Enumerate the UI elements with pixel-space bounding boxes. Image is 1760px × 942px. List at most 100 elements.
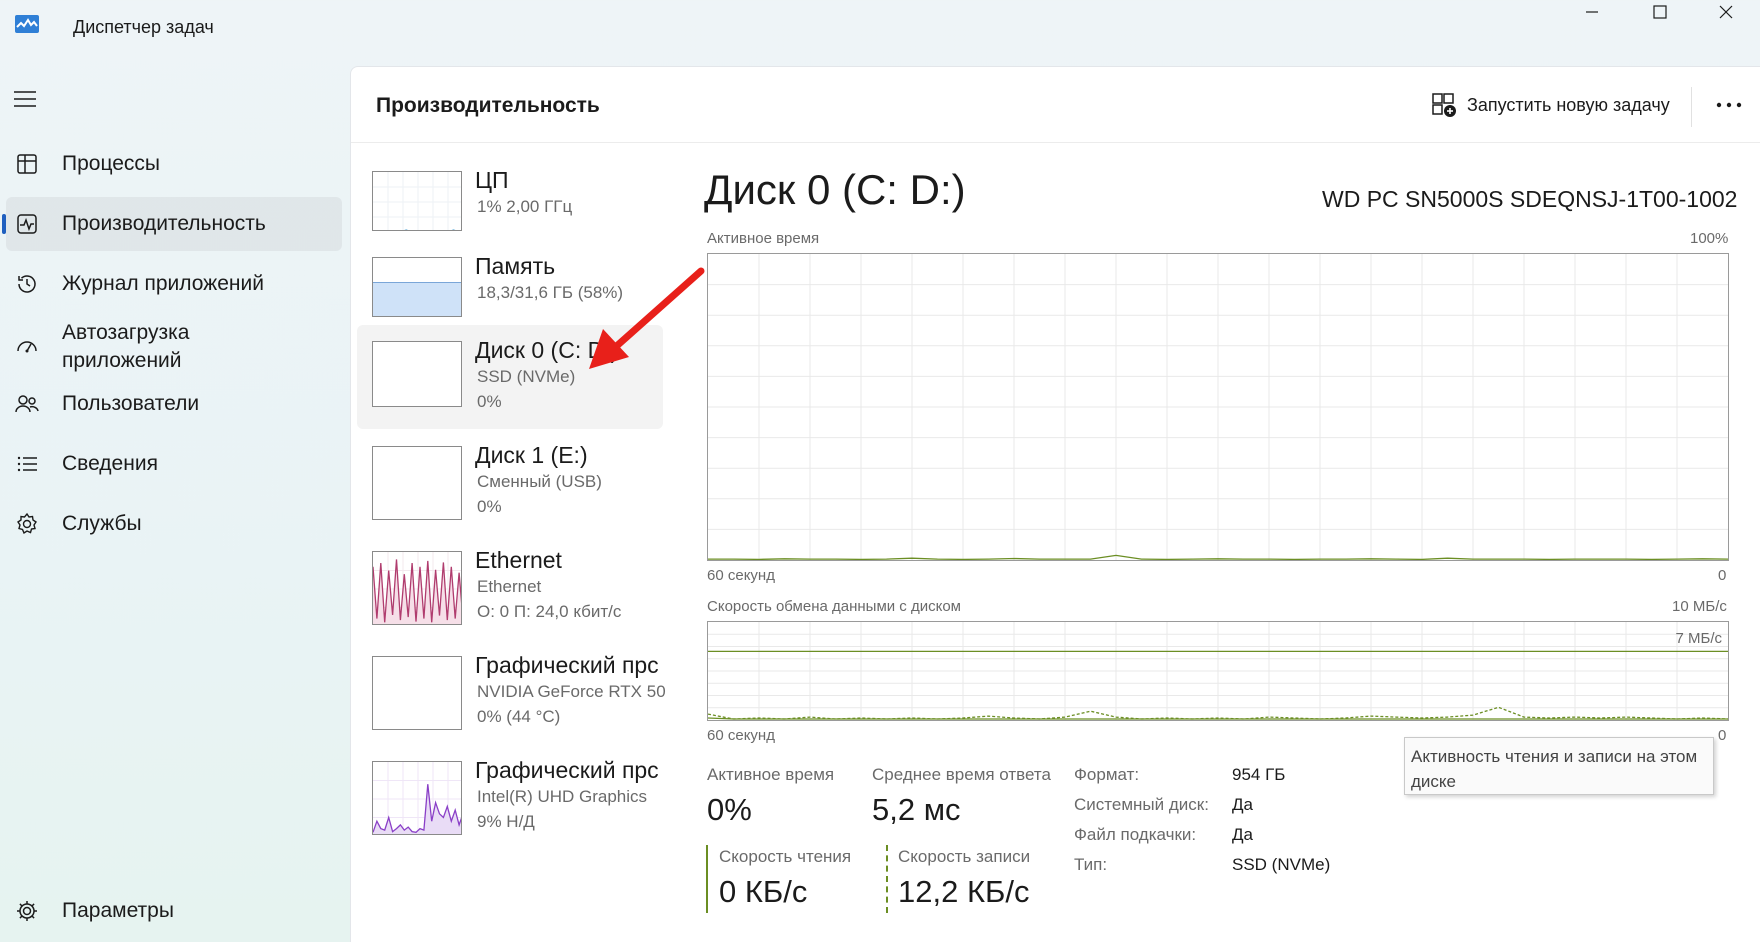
pagefile-label: Файл подкачки: (1074, 825, 1197, 844)
sidebar-item-label: Пользователи (62, 392, 200, 415)
disk-title: Диск 0 (C: D:) (704, 166, 966, 213)
device-name: Графический прс (475, 757, 659, 783)
settings-label: Параметры (62, 899, 174, 922)
gpu-intel-thumbnail (372, 761, 462, 835)
sidebar-item-users[interactable]: Пользователи (6, 377, 342, 431)
more-dots-icon (1716, 102, 1742, 108)
sidebar-item-label: Производительность (62, 212, 266, 235)
avg-response-label: Среднее время ответа (872, 765, 1051, 784)
device-item-gpu-intel[interactable]: Графический прс Intel(R) UHD Graphics 9%… (357, 745, 663, 849)
device-sub-line1: 1% 2,00 ГГц (477, 197, 573, 216)
write-speed-value: 12,2 КБ/с (898, 874, 1030, 909)
maximize-icon (1653, 5, 1667, 19)
disk-0-thumbnail (372, 341, 462, 407)
active-time-time-label: 60 секунд (707, 567, 775, 584)
sidebar-item-services[interactable]: Службы (6, 497, 342, 551)
format-value: 954 ГБ (1232, 765, 1286, 784)
device-sub-line2: О: 0 П: 24,0 кбит/с (477, 602, 622, 621)
details-icon (14, 451, 40, 477)
transfer-max-label: 10 МБ/с (1672, 598, 1727, 615)
device-name: Память (475, 253, 556, 279)
page-header: Производительность Запустить новую задач… (351, 67, 1760, 143)
sidebar-item-label: Журнал приложений (62, 272, 264, 295)
pagefile-value: Да (1232, 825, 1253, 844)
page-title: Производительность (376, 94, 600, 117)
minimize-button[interactable] (1559, 0, 1625, 24)
device-sub-line1: Ethernet (477, 577, 542, 596)
sidebar-item-label: Автозагрузка приложений (62, 321, 190, 372)
read-speed-value: 0 КБ/с (719, 874, 808, 909)
transfer-ref-label: 7 МБ/с (1675, 630, 1722, 647)
gear-icon (14, 898, 40, 924)
device-item-ethernet[interactable]: Ethernet Ethernet О: 0 П: 24,0 кбит/с (357, 535, 663, 639)
hamburger-menu-button[interactable] (14, 90, 36, 108)
read-speed-label: Скорость чтения (719, 847, 852, 866)
active-time-label: Активное время (707, 765, 835, 784)
active-time-value: 0% (707, 792, 752, 827)
format-label: Формат: (1074, 765, 1140, 784)
device-name: Диск 1 (E:) (475, 442, 588, 468)
system-disk-label: Системный диск: (1074, 795, 1209, 814)
device-sub-line1: Сменный (USB) (477, 472, 602, 491)
device-sub-line1: NVIDIA GeForce RTX 50 (477, 682, 666, 701)
active-time-graph (707, 253, 1729, 561)
app-history-icon (14, 271, 40, 297)
more-options-button[interactable] (1707, 85, 1751, 125)
transfer-graph-label: Скорость обмена данными с диском (707, 598, 961, 615)
startup-apps-icon (14, 334, 40, 360)
avg-response-value: 5,2 мс (872, 792, 961, 827)
type-label: Тип: (1074, 855, 1108, 874)
type-value: SSD (NVMe) (1232, 855, 1331, 874)
sidebar-item-details[interactable]: Сведения (6, 437, 342, 491)
device-sub-line2: 0% (477, 497, 502, 516)
hamburger-icon (14, 91, 36, 107)
sidebar-item-processes[interactable]: Процессы (6, 137, 342, 191)
users-icon (14, 391, 40, 417)
device-name: ЦП (475, 167, 509, 193)
active-time-min-label: 0 (1718, 567, 1727, 584)
device-name: Ethernet (475, 547, 562, 573)
active-time-graph-label: Активное время (707, 230, 820, 247)
title-bar: Диспетчер задач (0, 0, 1760, 56)
write-speed-marker (886, 845, 888, 913)
run-new-task-button[interactable]: Запустить новую задачу (1431, 85, 1670, 125)
sidebar-item-settings[interactable]: Параметры (6, 888, 342, 934)
performance-icon (14, 211, 40, 237)
close-button[interactable] (1693, 0, 1759, 24)
maximize-button[interactable] (1627, 0, 1693, 24)
close-icon (1719, 5, 1733, 19)
active-time-max-label: 100% (1690, 230, 1729, 247)
disk-1-thumbnail (372, 446, 462, 520)
device-name: Графический прс (475, 652, 659, 678)
device-sub-line2: 0% (477, 392, 502, 411)
memory-thumbnail (372, 257, 462, 317)
ethernet-thumbnail (372, 551, 462, 625)
transfer-min-label: 0 (1718, 727, 1727, 744)
device-sub-line1: SSD (NVMe) (477, 367, 576, 386)
run-new-task-label: Запустить новую задачу (1467, 94, 1670, 115)
annotation-arrow (589, 267, 705, 369)
device-item-cpu[interactable]: ЦП 1% 2,00 ГГц (357, 155, 663, 247)
disk-model: WD PC SN5000S SDEQNSJ-1T00-1002 (1322, 186, 1738, 212)
sidebar-item-performance[interactable]: Производительность (2, 197, 342, 251)
device-item-disk-1[interactable]: Диск 1 (E:) Сменный (USB) 0% (357, 430, 663, 534)
task-manager-app-icon (14, 14, 40, 34)
processes-icon (14, 151, 40, 177)
transfer-graph: 7 МБ/с (707, 621, 1729, 721)
header-divider (1691, 87, 1692, 127)
cpu-series (404, 229, 456, 230)
device-item-gpu-nvidia[interactable]: Графический прс NVIDIA GeForce RTX 50 0%… (357, 640, 666, 744)
window-title: Диспетчер задач (73, 17, 214, 37)
sidebar-item-startup-apps[interactable]: Автозагрузка приложений (6, 312, 342, 382)
device-sub-line2: 0% (44 °C) (477, 707, 561, 726)
write-speed-label: Скорость записи (898, 847, 1031, 866)
read-speed-marker (706, 845, 708, 913)
services-icon (14, 511, 40, 537)
sidebar: Процессы Производительность Журнал прило… (0, 60, 348, 942)
memory-fill (373, 282, 461, 316)
minimize-icon (1586, 11, 1598, 13)
new-task-icon (1432, 93, 1456, 117)
device-sub-line2: 9% Н/Д (477, 812, 535, 831)
graph-tooltip: Активность чтения и записи на этом диске (1404, 737, 1714, 795)
sidebar-item-app-history[interactable]: Журнал приложений (6, 257, 342, 311)
